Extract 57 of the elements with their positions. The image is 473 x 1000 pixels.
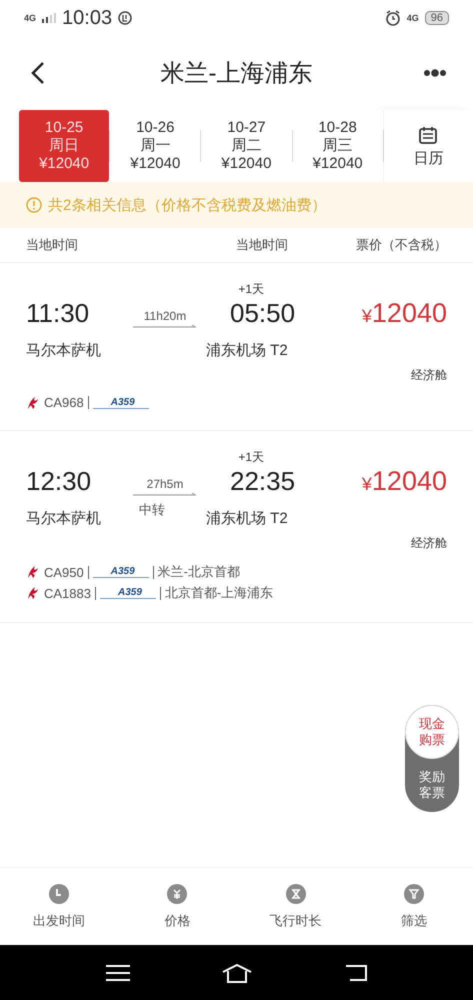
calendar-button[interactable]: 日历 bbox=[384, 110, 473, 182]
segment-route: 北京首都-上海浦东 bbox=[164, 584, 274, 602]
battery-indicator: 96 bbox=[424, 11, 449, 25]
segment-route: 米兰-北京首都 bbox=[158, 563, 240, 581]
transfer-label: 中转 bbox=[138, 501, 166, 519]
clock-icon bbox=[49, 884, 70, 904]
hourglass-icon bbox=[286, 884, 306, 904]
menu-icon[interactable] bbox=[106, 964, 130, 982]
flight-duration: 27h5m bbox=[146, 477, 184, 491]
day-offset: +1天 bbox=[238, 449, 264, 466]
aircraft-badge: A359 bbox=[92, 566, 149, 578]
flight-card[interactable]: +1天 11:30 11h20m 05:50 ¥12040 马尔本萨机 浦东机场 T2 经济舱 CA968 A359 bbox=[0, 263, 473, 431]
flight-duration: 11h20m bbox=[144, 309, 186, 323]
airline-logo-icon bbox=[26, 396, 40, 410]
more-icon bbox=[423, 69, 447, 77]
notification-icon bbox=[118, 11, 132, 25]
arrival-airport: 浦东机场 T2 bbox=[206, 341, 288, 360]
filter-icon bbox=[404, 884, 424, 904]
column-heading: 当地时间 bbox=[236, 236, 288, 254]
page-title: 米兰-上海浦东 bbox=[160, 59, 314, 89]
cabin-class: 经济舱 bbox=[411, 367, 447, 384]
airline-logo-icon bbox=[26, 586, 40, 600]
date-tab[interactable]: 10-25 周日 ¥12040 bbox=[19, 110, 110, 182]
notice-text: 共2条相关信息（价格不含税费及燃油费） bbox=[48, 196, 326, 214]
day-offset: +1天 bbox=[238, 281, 264, 298]
aircraft-badge: A359 bbox=[100, 587, 156, 599]
calendar-icon bbox=[418, 124, 438, 144]
signal-icon bbox=[42, 13, 56, 23]
alarm-icon bbox=[384, 10, 401, 26]
info-icon bbox=[26, 197, 42, 213]
arrival-time: 22:35 bbox=[230, 466, 296, 497]
flight-number: CA968 bbox=[44, 395, 84, 410]
airline-logo-icon bbox=[26, 565, 40, 579]
departure-airport: 马尔本萨机 bbox=[26, 509, 102, 528]
column-heading: 票价（不含税） bbox=[356, 236, 447, 254]
arrival-airport: 浦东机场 T2 bbox=[206, 509, 288, 528]
network-indicator: 4G bbox=[24, 13, 36, 23]
flight-card[interactable]: +1天 12:30 27h5m 22:35 ¥12040 马尔本萨机 中转 浦东机场 T2 经济舱 CA950 A359 米兰-北京首都 CA1883 A359 北京首都-上海浦东 bbox=[0, 431, 473, 623]
yuan-icon bbox=[167, 884, 188, 904]
aircraft-badge: A359 bbox=[92, 396, 149, 408]
departure-time: 12:30 bbox=[26, 466, 92, 497]
arrival-time: 05:50 bbox=[230, 298, 296, 329]
flight-number: CA1883 bbox=[44, 586, 91, 600]
departure-airport: 马尔本萨机 bbox=[26, 341, 102, 360]
cabin-class: 经济舱 bbox=[411, 535, 447, 552]
ticket-type-button[interactable]: 现金购票 bbox=[405, 705, 459, 759]
network-indicator: 4G bbox=[406, 13, 419, 23]
flight-number: CA950 bbox=[44, 564, 84, 580]
ticket-type-button[interactable]: 奖励客票 bbox=[405, 758, 459, 812]
chevron-left-icon bbox=[31, 61, 45, 85]
home-icon[interactable] bbox=[220, 962, 252, 982]
departure-time: 11:30 bbox=[26, 298, 90, 329]
status-time: 10:03 bbox=[62, 6, 112, 30]
ticket-price: ¥12040 bbox=[362, 298, 447, 329]
back-icon[interactable] bbox=[344, 964, 368, 982]
ticket-price: ¥12040 bbox=[362, 466, 447, 497]
column-heading: 当地时间 bbox=[26, 236, 79, 254]
